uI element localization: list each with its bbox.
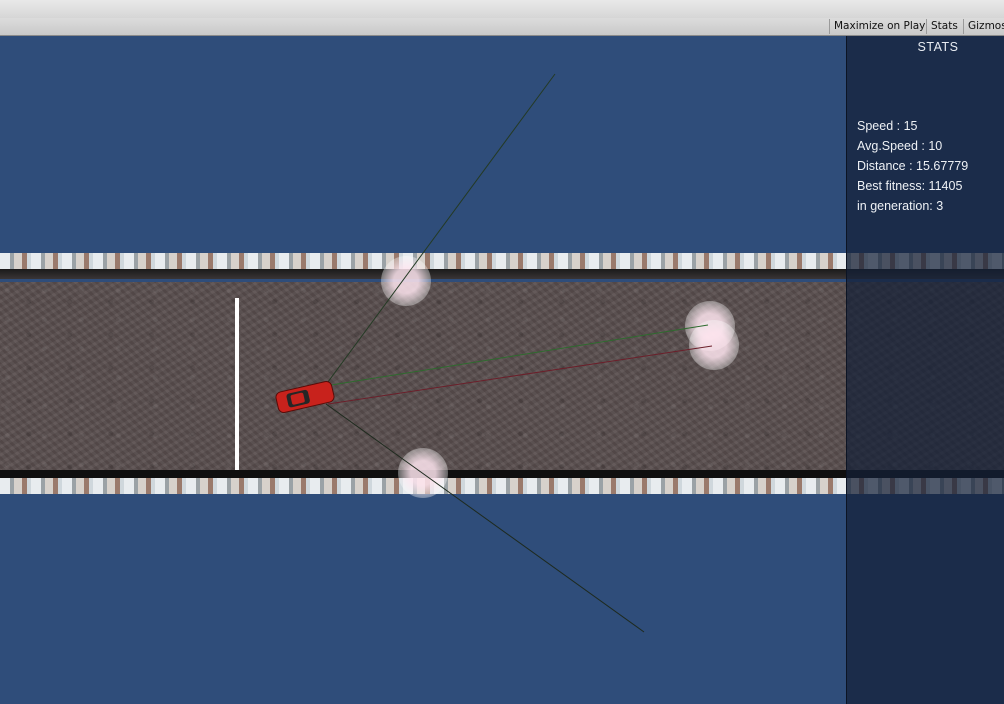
- distance-stat: Distance : 15.67779: [857, 159, 969, 173]
- window-title-bar: [0, 0, 1004, 19]
- speed-stat: Speed : 15: [857, 119, 918, 133]
- avg-speed-stat: Avg.Speed : 10: [857, 139, 943, 153]
- game-view-toolbar: Maximize on Play Stats Gizmos: [0, 18, 1004, 36]
- stats-panel: STATS Speed : 15 Avg.Speed : 10 Distance…: [846, 36, 1004, 704]
- gizmos-button[interactable]: Gizmos: [963, 19, 1004, 34]
- generation-stat: in generation: 3: [857, 199, 944, 213]
- stats-title: STATS: [917, 40, 959, 54]
- best-fitness-stat: Best fitness: 11405: [857, 179, 963, 193]
- ray-down: [325, 403, 645, 633]
- maximize-on-play-button[interactable]: Maximize on Play: [829, 19, 928, 34]
- stats-button[interactable]: Stats: [926, 19, 965, 34]
- ray-up: [324, 73, 556, 387]
- game-view: STATS Speed : 15 Avg.Speed : 10 Distance…: [0, 36, 1004, 704]
